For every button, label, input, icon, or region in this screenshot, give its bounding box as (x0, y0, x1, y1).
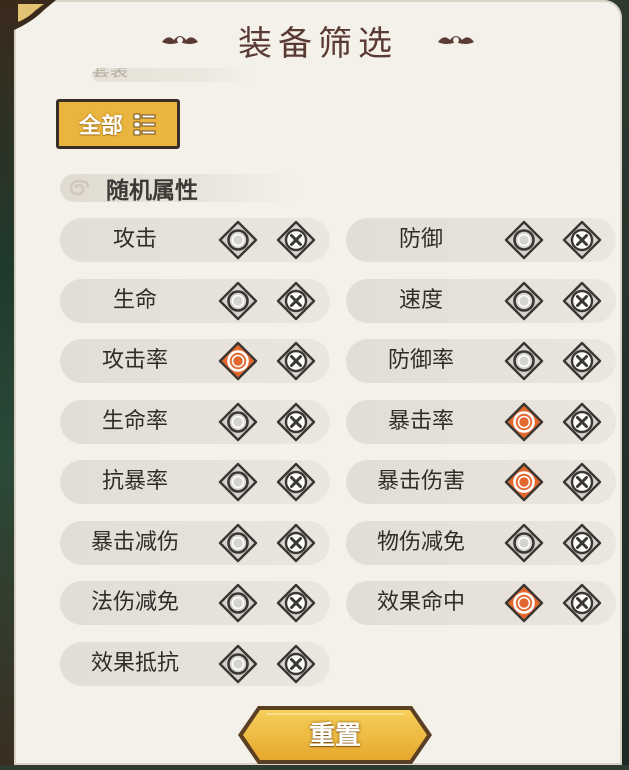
exclude-toggle-icon[interactable] (276, 644, 316, 684)
exclude-toggle-icon[interactable] (562, 523, 602, 563)
reset-button[interactable]: 重置 (236, 704, 434, 766)
attribute-label: 速度 (398, 287, 443, 313)
exclude-toggle-icon[interactable] (562, 402, 602, 442)
include-toggle-selected-icon[interactable] (218, 341, 258, 381)
exclude-toggle-icon[interactable] (562, 462, 602, 502)
attribute-row: 速度 (346, 278, 616, 323)
cloud-ornament-right-icon (438, 36, 474, 44)
include-toggle-icon[interactable] (504, 281, 544, 321)
attribute-row: 暴击减伤 (60, 520, 330, 565)
attribute-label: 生命 (112, 287, 157, 313)
attribute-row: 效果抵抗 (60, 641, 330, 686)
attribute-label: 暴击率 (387, 408, 454, 434)
exclude-toggle-icon[interactable] (562, 281, 602, 321)
exclude-toggle-icon[interactable] (562, 220, 602, 260)
attribute-label: 物伤减免 (376, 529, 465, 555)
include-toggle-icon[interactable] (504, 523, 544, 563)
attribute-label: 法伤减免 (90, 590, 179, 615)
include-toggle-icon[interactable] (218, 462, 258, 502)
list-icon (133, 113, 156, 136)
exclude-toggle-icon[interactable] (276, 402, 316, 442)
include-toggle-icon[interactable] (504, 341, 544, 381)
section-title: 随机属性 (106, 178, 198, 204)
include-toggle-selected-icon[interactable] (504, 583, 544, 623)
scrolled-section-label: 套装 (92, 68, 252, 82)
attribute-label: 防御率 (387, 348, 454, 373)
include-toggle-icon[interactable] (218, 281, 258, 321)
filter-all-button[interactable]: 全部 (56, 99, 180, 149)
random-attributes-header: 随机属性 (60, 170, 320, 206)
attribute-label: 攻击 (112, 227, 157, 252)
attribute-label: 效果抵抗 (90, 650, 179, 676)
attribute-label: 生命率 (101, 408, 168, 434)
cloud-ornament-left-icon (162, 36, 198, 44)
include-toggle-selected-icon[interactable] (504, 462, 544, 502)
exclude-toggle-icon[interactable] (562, 583, 602, 623)
attribute-row: 暴击率 (346, 399, 616, 444)
attribute-label: 暴击伤害 (376, 469, 465, 494)
exclude-toggle-icon[interactable] (276, 281, 316, 321)
filter-all-label: 全部 (78, 114, 123, 139)
attribute-row: 抗暴率 (60, 460, 330, 504)
attribute-row: 法伤减免 (60, 581, 330, 625)
exclude-toggle-icon[interactable] (562, 341, 602, 381)
exclude-toggle-icon[interactable] (276, 341, 316, 381)
page-title: 装备筛选 (238, 23, 398, 64)
attribute-label: 抗暴率 (101, 469, 168, 494)
include-toggle-selected-icon[interactable] (504, 402, 544, 442)
attribute-label: 防御 (398, 227, 443, 252)
include-toggle-icon[interactable] (504, 220, 544, 260)
attribute-row: 效果命中 (346, 581, 616, 625)
exclude-toggle-icon[interactable] (276, 523, 316, 563)
include-toggle-icon[interactable] (218, 523, 258, 563)
attribute-row: 暴击伤害 (346, 460, 616, 504)
attribute-row: 生命 (60, 278, 330, 323)
attribute-row: 物伤减免 (346, 520, 616, 565)
include-toggle-icon[interactable] (218, 220, 258, 260)
reset-label: 重置 (308, 721, 361, 751)
exclude-toggle-icon[interactable] (276, 583, 316, 623)
include-toggle-icon[interactable] (218, 644, 258, 684)
exclude-toggle-icon[interactable] (276, 462, 316, 502)
attribute-label: 暴击减伤 (90, 529, 179, 555)
include-toggle-icon[interactable] (218, 583, 258, 623)
filter-panel: 装备筛选 套装 全部 随机属性 攻击 防御 生命 速度 攻击率 防御率 生命率 … (14, 0, 622, 765)
attribute-label: 攻击率 (101, 348, 168, 373)
attribute-label: 效果命中 (376, 590, 465, 615)
include-toggle-icon[interactable] (218, 402, 258, 442)
attribute-row: 防御 (346, 218, 616, 262)
attribute-row: 生命率 (60, 399, 330, 444)
attribute-row: 防御率 (346, 339, 616, 383)
attribute-row: 攻击率 (60, 339, 330, 383)
panel-header: 装备筛选 (14, 16, 622, 64)
attribute-row: 攻击 (60, 218, 330, 262)
swirl-ornament-icon (69, 179, 90, 196)
exclude-toggle-icon[interactable] (276, 220, 316, 260)
